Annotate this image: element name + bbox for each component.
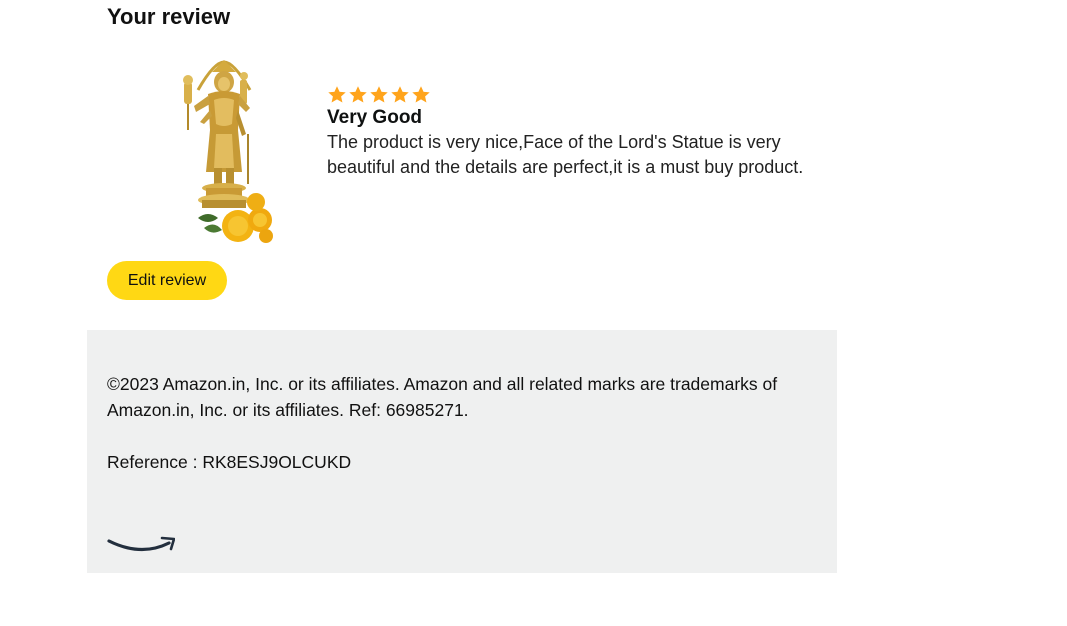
star-filled-icon [391, 86, 409, 103]
product-image [183, 60, 273, 243]
star-rating [327, 86, 827, 104]
star-filled-icon [349, 86, 367, 103]
review-title: Very Good [327, 107, 423, 128]
edit-review-button[interactable]: Edit review [107, 261, 227, 300]
reference-id: Reference : RK8ESJ9OLCUKD [107, 452, 352, 472]
page-title: Your review [107, 4, 231, 29]
copyright-text: ©2023 Amazon.in, Inc. or its affiliates.… [107, 374, 778, 420]
star-filled-icon [370, 86, 388, 103]
footer: ©2023 Amazon.in, Inc. or its affiliates.… [87, 330, 837, 573]
star-filled-icon [328, 86, 346, 103]
star-filled-icon [412, 86, 430, 103]
review-confirmation-page: Your review Very Good The product is ver… [0, 0, 1067, 626]
amazon-smile-logo-icon [107, 536, 175, 552]
review-content: Very Good The product is very nice,Face … [327, 86, 827, 180]
review-text: The product is very nice,Face of the Lor… [327, 132, 804, 177]
